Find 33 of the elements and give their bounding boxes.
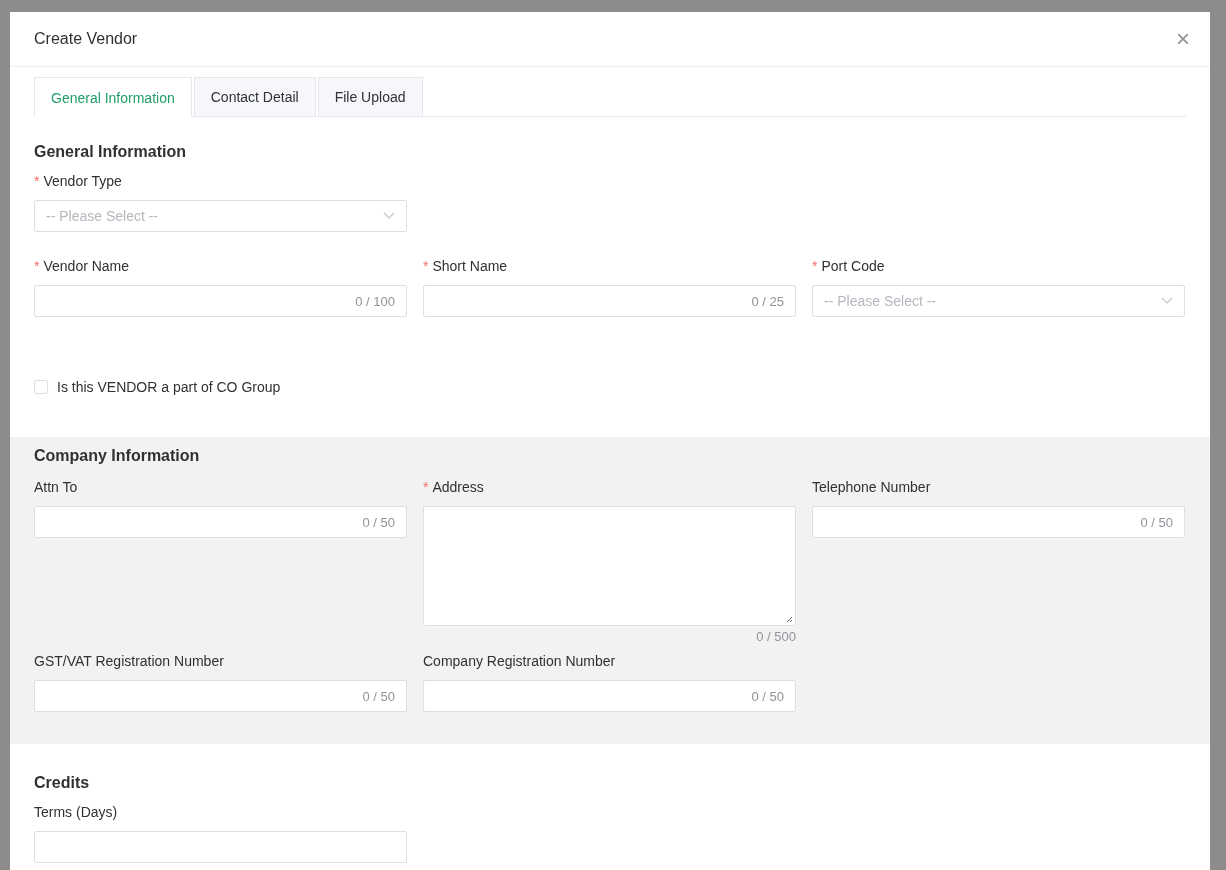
field-label: Telephone Number: [812, 479, 932, 495]
field-label: GST/VAT Registration Number: [34, 653, 225, 669]
section-title: General Information: [34, 143, 188, 161]
field-label: * Vendor Name: [34, 258, 131, 274]
tab[interactable]: File Upload: [317, 77, 423, 116]
character-counter: 0 / 500: [755, 629, 796, 645]
input-field[interactable]: 0 / 50: [34, 680, 407, 712]
input-field[interactable]: 0 / 50: [812, 506, 1185, 538]
checkbox[interactable]: [34, 380, 48, 394]
tab[interactable]: General Information: [34, 77, 192, 117]
chevron-down-icon: [1161, 297, 1173, 305]
checkbox-option[interactable]: Is this VENDOR a part of CO Group: [34, 379, 281, 395]
input-field[interactable]: 0 / 50: [423, 680, 796, 712]
close-button[interactable]: ×: [1176, 27, 1190, 51]
field-label: Terms (Days): [34, 804, 119, 820]
field-label: Attn To: [34, 479, 79, 495]
field-label: Company Registration Number: [423, 653, 617, 669]
input-field[interactable]: 0 / 100: [34, 285, 407, 317]
resize-handle-icon[interactable]: [786, 616, 793, 623]
field-label: * Port Code: [812, 258, 886, 274]
field-label: * Vendor Type: [34, 173, 123, 189]
select-field[interactable]: -- Please Select --: [812, 285, 1185, 317]
field-label: * Short Name: [423, 258, 509, 274]
field-label: * Address: [423, 479, 485, 495]
section-title: Credits: [34, 774, 91, 792]
input-field[interactable]: 0 / 50: [34, 506, 407, 538]
dialog-title: Create Vendor: [34, 30, 138, 48]
input-field[interactable]: [34, 831, 407, 863]
select-field[interactable]: -- Please Select --: [34, 200, 407, 232]
chevron-down-icon: [383, 212, 395, 220]
section-title: Company Information: [34, 447, 201, 465]
input-field[interactable]: 0 / 25: [423, 285, 796, 317]
tab[interactable]: Contact Detail: [193, 77, 316, 116]
